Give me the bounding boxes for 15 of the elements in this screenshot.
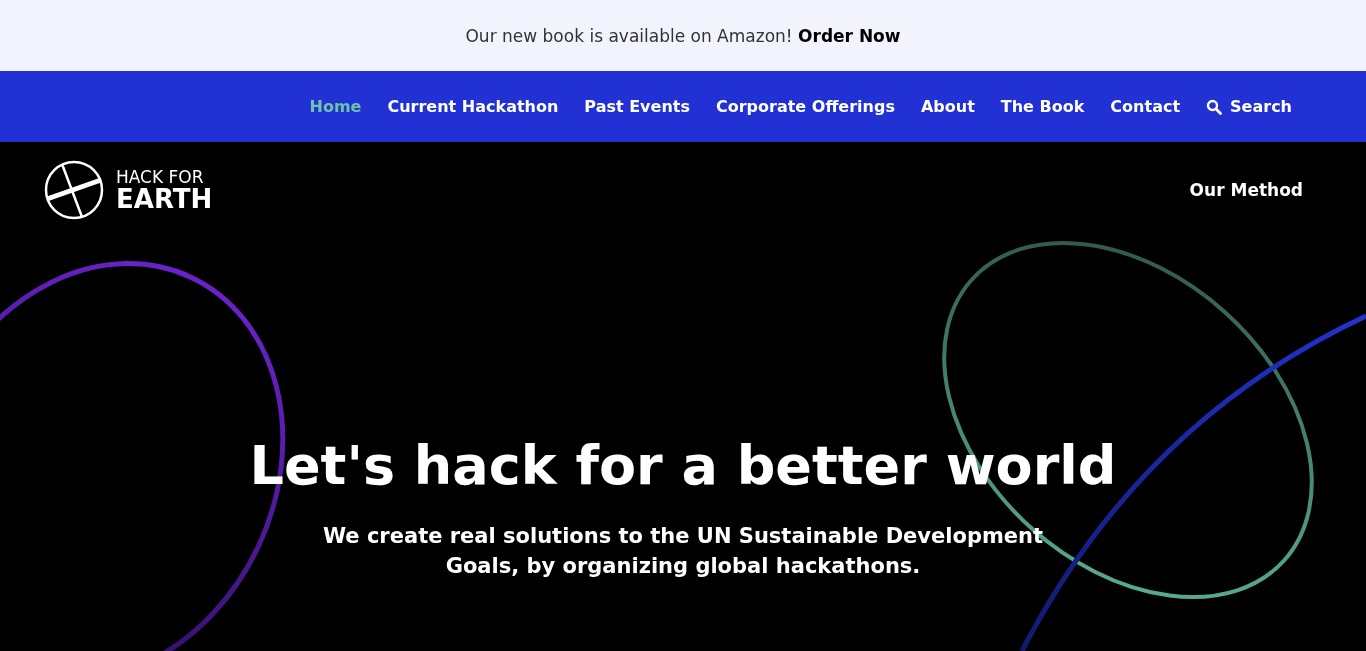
search-link[interactable]: Search bbox=[1195, 91, 1303, 122]
nav-link[interactable]: Home bbox=[298, 91, 373, 122]
logo-text: HACK FOR bbox=[116, 168, 205, 186]
logo-icon bbox=[44, 160, 104, 220]
announcement-text: Our new book is available on Amazon! Order Now bbox=[465, 25, 901, 46]
nav-link[interactable]: Corporate Offerings bbox=[704, 91, 906, 122]
nav-link[interactable]: The Book bbox=[989, 91, 1096, 122]
nav-link[interactable]: Contact bbox=[1099, 91, 1192, 122]
nav-link[interactable]: Our Method bbox=[1189, 180, 1303, 200]
nav-link[interactable]: Current Hackathon bbox=[376, 91, 570, 122]
hero-subtitle: We create real solutions to the UN Sustainable Development Goals, by organizing global hackathons. bbox=[321, 523, 1045, 580]
nav-link[interactable]: About bbox=[909, 91, 986, 122]
search-icon bbox=[1206, 98, 1223, 115]
logo-text: EARTH bbox=[116, 185, 213, 212]
nav-link[interactable]: Past Events bbox=[573, 91, 701, 122]
